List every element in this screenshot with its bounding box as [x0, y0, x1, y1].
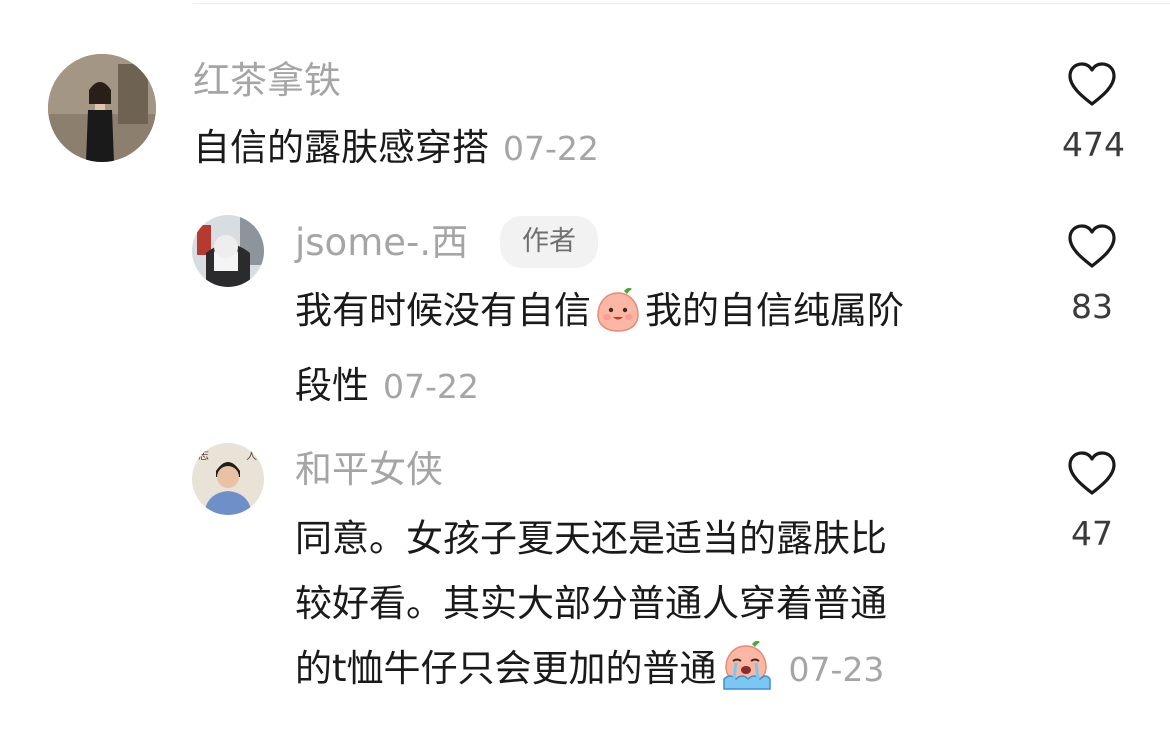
comment-text: 我有时候没有自信 我的自信纯属阶 段性 07-22	[295, 278, 1035, 419]
like-button[interactable]: 47	[1062, 449, 1122, 550]
avatar[interactable]	[192, 215, 264, 287]
comment-date: 07-23	[788, 650, 885, 689]
heart-outline-icon	[1068, 224, 1116, 268]
crying-peach-emoji	[720, 639, 772, 711]
comment-text-content: 我的自信纯属阶	[645, 289, 904, 332]
like-button[interactable]: 474	[1062, 60, 1125, 164]
avatar[interactable]: 志 人	[192, 443, 264, 515]
comment-text-content: 较好看。其实大部分普通人穿着普通	[295, 582, 887, 625]
comment-text-content: 我有时候没有自信	[295, 289, 591, 332]
comment-username[interactable]: jsome-.西	[295, 224, 468, 261]
svg-text:志: 志	[198, 449, 209, 462]
top-divider	[193, 3, 1170, 4]
avatar[interactable]	[48, 54, 156, 162]
author-badge: 作者	[500, 216, 598, 268]
like-count: 47	[1071, 514, 1113, 553]
like-count: 83	[1071, 287, 1113, 326]
comment-text: 同意。女孩子夏天还是适当的露肤比 较好看。其实大部分普通人穿着普通 的t恤牛仔只…	[295, 506, 1035, 711]
heart-outline-icon	[1068, 62, 1116, 106]
comment-text: 自信的露肤感穿搭 07-22	[193, 115, 599, 181]
smiling-peach-emoji	[594, 285, 642, 353]
like-count: 474	[1062, 125, 1125, 164]
comment-username[interactable]: 红茶拿铁	[193, 62, 341, 99]
comment-date: 07-22	[503, 129, 599, 168]
svg-text:人: 人	[246, 449, 257, 462]
comment-text-content: 同意。女孩子夏天还是适当的露肤比	[295, 517, 887, 560]
like-button[interactable]: 83	[1062, 222, 1122, 323]
comment-date: 07-22	[383, 367, 479, 406]
heart-outline-icon	[1068, 451, 1116, 495]
comment-text-content: 段性	[295, 364, 369, 407]
comment-text-content: 的t恤牛仔只会更加的普通	[295, 647, 717, 690]
comment-username[interactable]: 和平女侠	[295, 451, 443, 488]
comment-text-content: 自信的露肤感穿搭	[193, 126, 489, 169]
